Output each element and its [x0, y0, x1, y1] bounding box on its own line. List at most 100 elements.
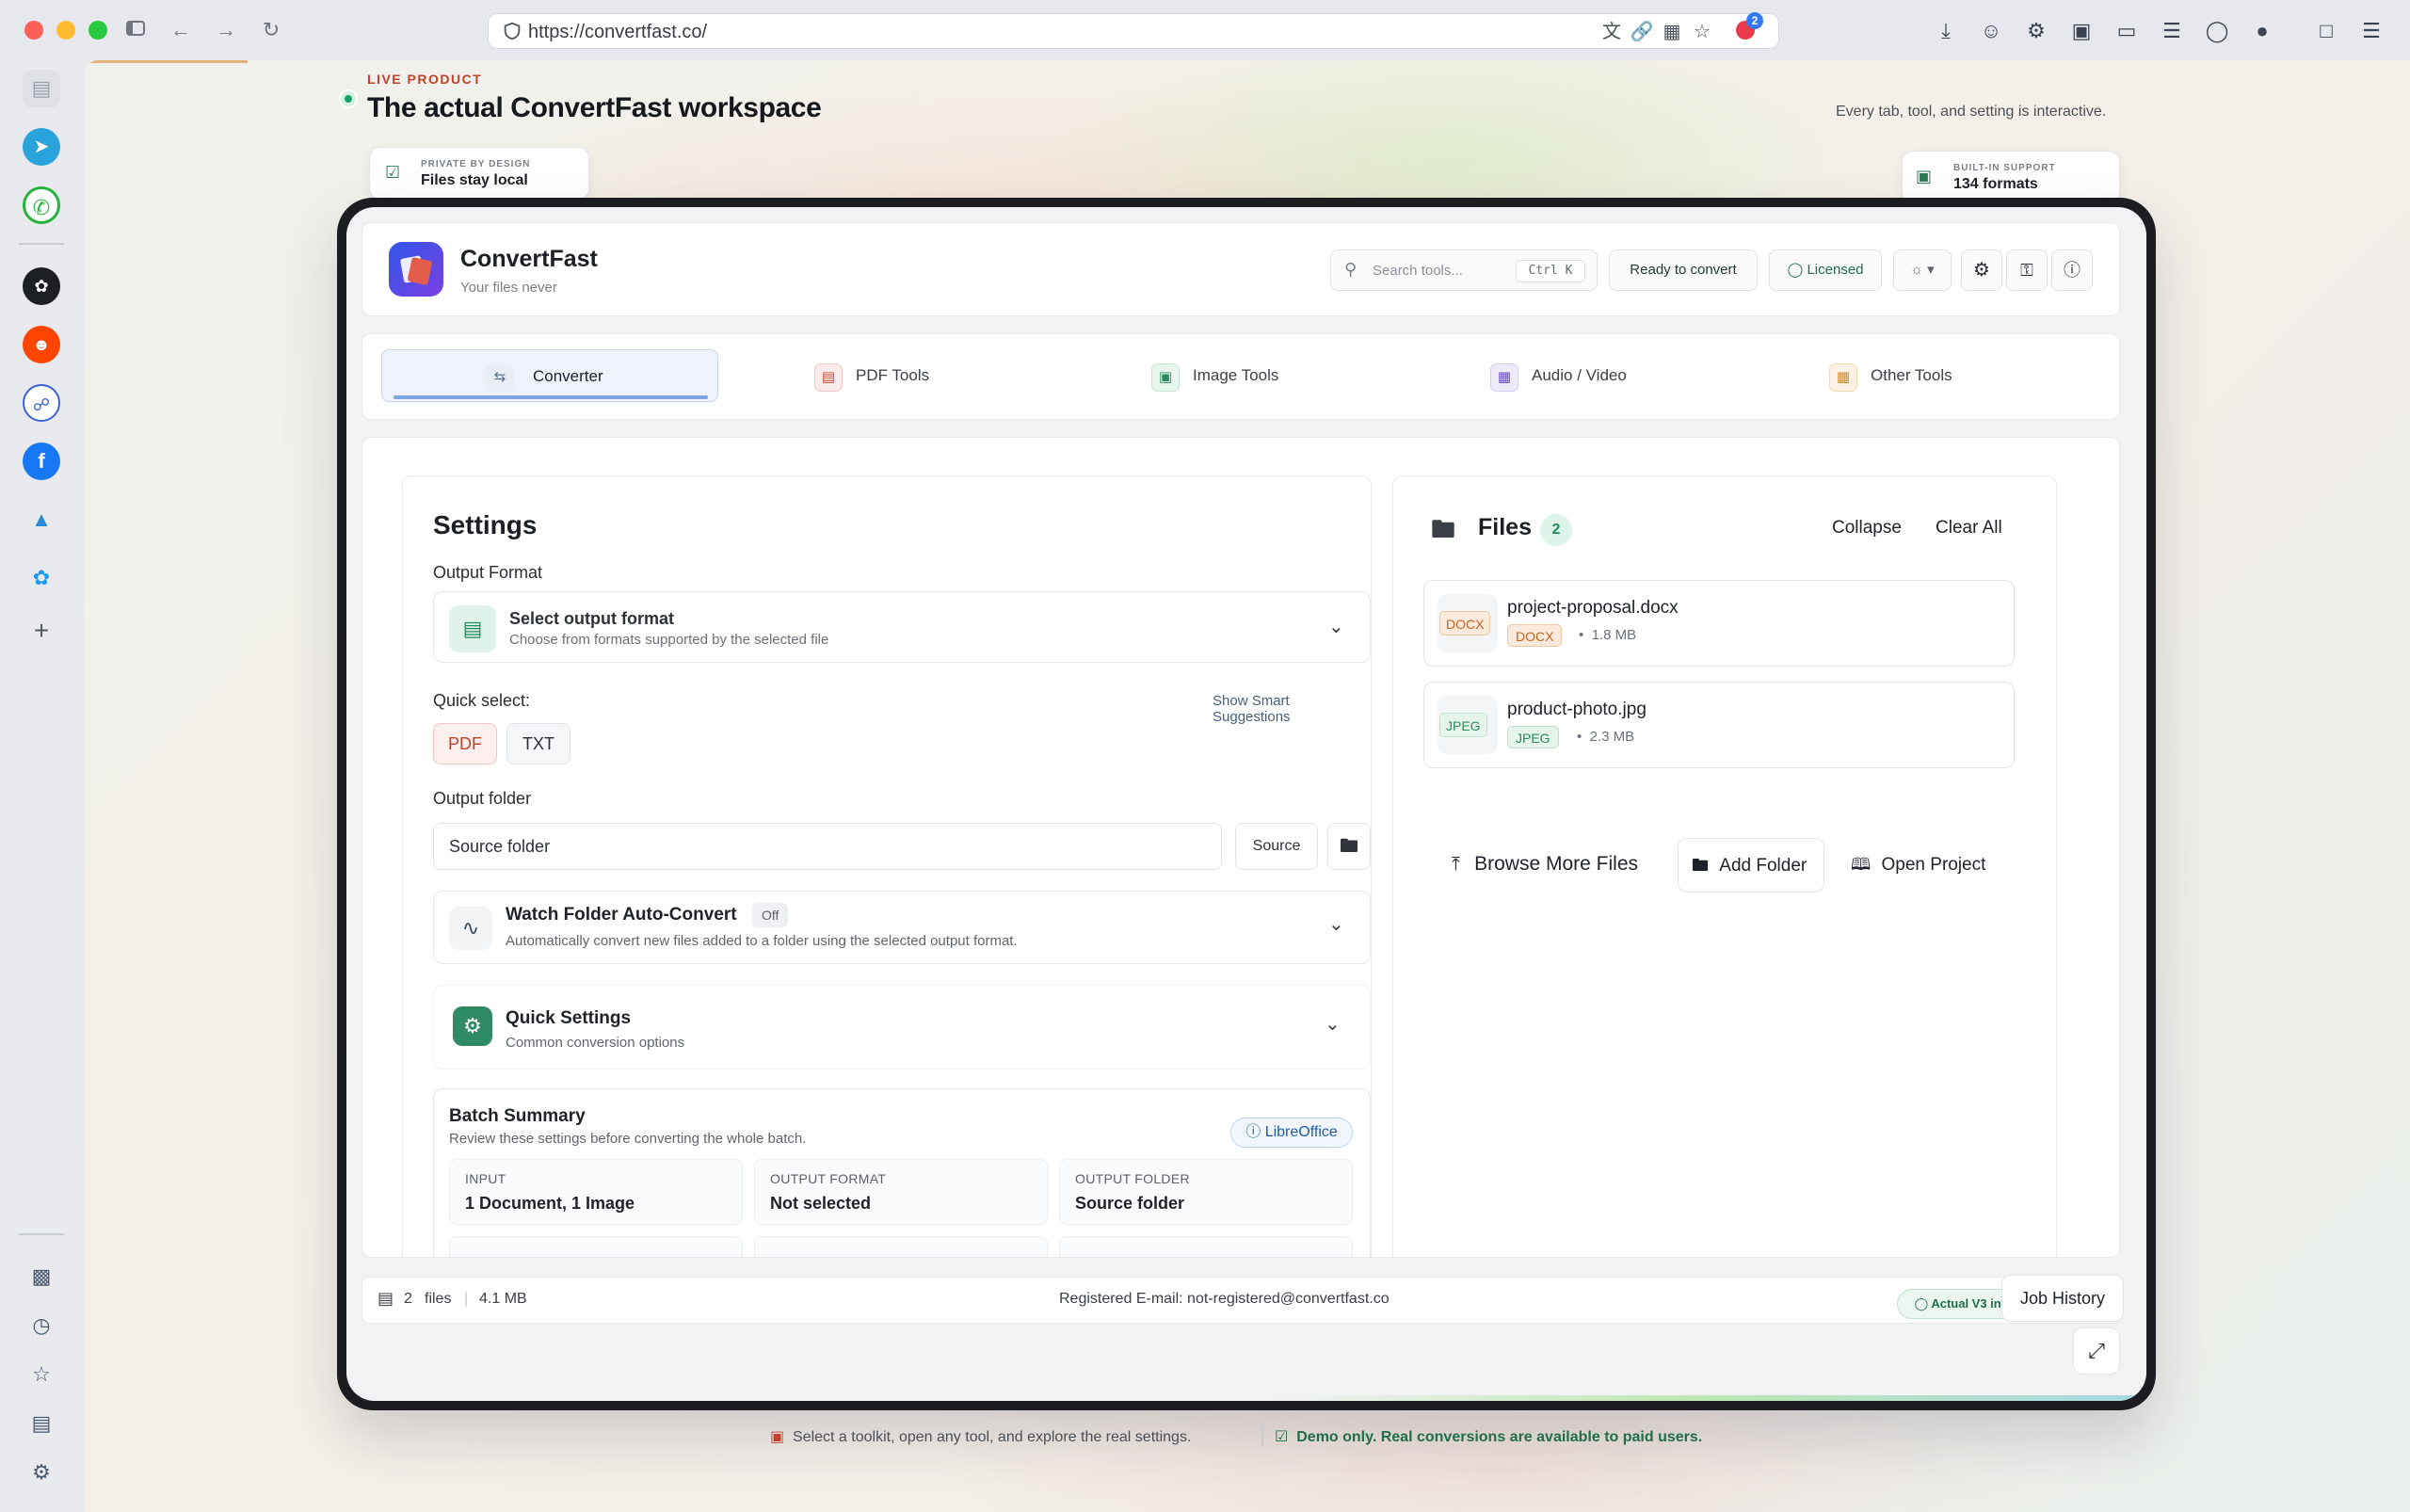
tab-audio-video[interactable]: ▦ Audio / Video: [1490, 349, 1660, 402]
app-subtitle: Your files never: [460, 280, 557, 296]
maximize-window-button[interactable]: [88, 21, 107, 40]
output-format-label: Output Format: [433, 563, 543, 582]
footer-right-note: ☑ Demo only. Real conversions are availa…: [1275, 1427, 1702, 1446]
app-logo: [389, 242, 443, 297]
address-bar[interactable]: https://convertfast.co/ 文 🔗 ▦ ☆: [488, 13, 1779, 49]
extension-dark-icon[interactable]: ●: [2248, 17, 2276, 45]
star-icon[interactable]: ☆: [1690, 20, 1714, 44]
tools-icon[interactable]: ☰: [2158, 17, 2186, 45]
puzzle-icon[interactable]: ⚙: [2022, 17, 2050, 45]
sidebar-divider: [19, 243, 64, 245]
select-subtitle: Choose from formats supported by the sel…: [509, 632, 829, 648]
extension-badge-count: 2: [1746, 12, 1763, 29]
page-load-progress: [85, 60, 248, 63]
quick-chip-pdf[interactable]: PDF: [433, 723, 497, 764]
devices-icon[interactable]: ▩: [23, 1258, 60, 1295]
tab-pdf-tools[interactable]: ▤ PDF Tools: [814, 349, 965, 402]
search-icon: ⚲: [1344, 260, 1358, 279]
hero-tagline: Every tab, tool, and setting is interact…: [1836, 104, 2107, 120]
sidebar-toggle-icon[interactable]: [122, 17, 149, 43]
key-button[interactable]: ⚿: [2006, 249, 2048, 291]
right-note-text: Demo only. Real conversions are availabl…: [1296, 1429, 1703, 1445]
watch-folder-section[interactable]: ∿ Watch Folder Auto-Convert Off Automati…: [433, 891, 1371, 964]
tab-image-tools[interactable]: ▣ Image Tools: [1151, 349, 1302, 402]
source-button[interactable]: Source: [1235, 823, 1318, 870]
tab-converter[interactable]: ⇆ Converter: [381, 349, 718, 402]
tweetdeck-icon[interactable]: ✿: [23, 559, 60, 597]
link-icon[interactable]: 🔗: [1630, 20, 1654, 44]
convertfast-tab-icon[interactable]: ☍: [23, 384, 60, 422]
quick-settings-section[interactable]: ⚙ Quick Settings Common conversion optio…: [433, 985, 1371, 1070]
registered-email: Registered E-mail: not-registered@conver…: [1059, 1291, 1390, 1307]
watch-folder-status: Off: [752, 903, 789, 927]
archive-icon[interactable]: ▣: [2067, 17, 2096, 45]
licensed-button[interactable]: ◯ Licensed: [1769, 249, 1882, 291]
file-size: • 2.3 MB: [1577, 729, 1635, 745]
panel-icon[interactable]: ▤: [23, 70, 60, 107]
fullscreen-button[interactable]: ⤢: [2073, 1327, 2120, 1375]
quick-select-chips: PDF TXT: [433, 723, 621, 764]
ready-to-convert-button[interactable]: Ready to convert: [1609, 249, 1758, 291]
cell-value: Not selected: [770, 1194, 872, 1213]
telegram-icon[interactable]: ➤: [23, 128, 60, 166]
open-project-button[interactable]: 🕮 Open Project: [1836, 838, 2005, 893]
download-icon[interactable]: ⤓: [1932, 17, 1960, 45]
tab-label: Other Tools: [1871, 366, 1952, 384]
search-tools-input[interactable]: ⚲ Search tools... Ctrl K: [1330, 249, 1598, 291]
favorites-icon[interactable]: ☆: [23, 1356, 60, 1393]
profile-icon[interactable]: ☺: [1977, 17, 2005, 45]
minimize-window-button[interactable]: [56, 21, 75, 40]
file-item[interactable]: DOCX project-proposal.docx DOCX • 1.8 MB: [1423, 580, 2015, 667]
clear-all-button[interactable]: Clear All: [1936, 518, 2002, 539]
engine-badge: ⓘ LibreOffice: [1230, 1118, 1353, 1148]
file-item[interactable]: JPEG product-photo.jpg JPEG • 2.3 MB: [1423, 682, 2015, 768]
output-folder-input[interactable]: Source folder: [433, 823, 1222, 870]
mouse-icon[interactable]: ◯: [2203, 17, 2231, 45]
info-button[interactable]: ⓘ: [2051, 249, 2093, 291]
notes-icon[interactable]: □: [2312, 17, 2340, 45]
job-history-button[interactable]: Job History: [2001, 1275, 2124, 1322]
tab-other-tools[interactable]: ▦ Other Tools: [1829, 349, 1980, 402]
quick-select-label: Quick select:: [433, 691, 531, 710]
back-arrow-icon[interactable]: ←: [168, 17, 194, 43]
gear-icon: ⚙: [453, 1006, 492, 1046]
watch-folder-title: Watch Folder Auto-Convert: [506, 905, 737, 925]
settings-gear-button[interactable]: ⚙: [1961, 249, 2002, 291]
output-folder-value: Source folder: [449, 837, 551, 856]
shield-icon: ◯: [1787, 262, 1804, 278]
tab-label: Audio / Video: [1532, 366, 1627, 384]
add-icon[interactable]: +: [23, 612, 60, 650]
app-store-icon[interactable]: ▲: [23, 501, 60, 539]
chevron-down-icon: ⌄: [1325, 1014, 1341, 1035]
status-file-count: 2: [404, 1291, 412, 1307]
collapse-button[interactable]: Collapse: [1832, 518, 1902, 539]
menu-icon[interactable]: ☰: [2357, 17, 2386, 45]
screen-icon[interactable]: ▭: [2113, 17, 2141, 45]
folder-browse-button[interactable]: 🖿: [1327, 823, 1371, 870]
browse-more-files-button[interactable]: ⤒ Browse More Files: [1431, 838, 1666, 893]
notes-panel-icon[interactable]: ▤: [23, 1405, 60, 1442]
reddit-icon[interactable]: ☻: [23, 326, 60, 363]
close-window-button[interactable]: [24, 21, 43, 40]
search-placeholder: Search tools...: [1373, 263, 1463, 279]
settings-icon[interactable]: ⚙: [23, 1454, 60, 1491]
forward-arrow-icon[interactable]: →: [213, 17, 239, 43]
history-icon[interactable]: ◷: [23, 1307, 60, 1344]
facebook-icon[interactable]: f: [23, 442, 60, 480]
translate-icon[interactable]: 文: [1599, 20, 1624, 44]
live-indicator-dot: [345, 95, 352, 103]
openai-icon[interactable]: ✿: [23, 267, 60, 305]
file-thumbnail: JPEG: [1438, 696, 1498, 754]
quick-chip-txt[interactable]: TXT: [506, 723, 570, 764]
file-size: • 1.8 MB: [1579, 627, 1637, 643]
reader-icon[interactable]: ▦: [1660, 20, 1684, 44]
add-folder-button[interactable]: 🖿 Add Folder: [1678, 838, 1824, 893]
whatsapp-icon[interactable]: ✆: [23, 186, 60, 224]
smart-suggestions-link[interactable]: Show Smart Suggestions: [1213, 693, 1371, 725]
output-format-select[interactable]: ▤ Select output format Choose from forma…: [433, 591, 1371, 663]
active-tab-indicator: [394, 395, 708, 399]
reload-icon[interactable]: ↻: [258, 17, 284, 43]
theme-toggle-button[interactable]: ☼ ▾: [1893, 249, 1952, 291]
hero-headline: The actual ConvertFast workspace: [367, 92, 822, 123]
output-folder-label: Output folder: [433, 789, 532, 808]
